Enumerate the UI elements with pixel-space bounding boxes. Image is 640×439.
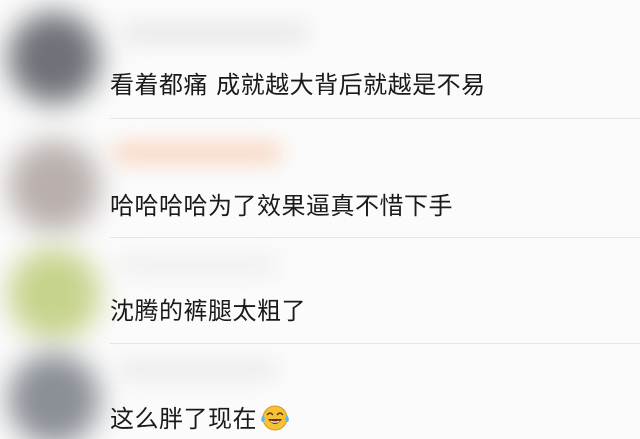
username[interactable] bbox=[112, 142, 282, 164]
comment-item: 沈腾的裤腿太粗了 bbox=[0, 240, 640, 345]
divider bbox=[110, 237, 640, 238]
avatar[interactable] bbox=[8, 12, 100, 104]
comment-item: 哈哈哈哈为了效果逼真不惜下手 bbox=[0, 128, 640, 240]
comment-text-content: 这么胖了现在 bbox=[110, 405, 257, 433]
comment-text: 哈哈哈哈为了效果逼真不惜下手 bbox=[110, 192, 453, 220]
divider bbox=[110, 343, 640, 344]
avatar[interactable] bbox=[8, 140, 100, 232]
comment-list: 看着都痛 成就越大背后就越是不易 哈哈哈哈为了效果逼真不惜下手 沈腾的裤腿太粗了… bbox=[0, 0, 640, 439]
username[interactable] bbox=[118, 359, 278, 381]
laughing-tears-emoji-icon bbox=[261, 405, 289, 431]
divider bbox=[110, 118, 640, 119]
username[interactable] bbox=[118, 254, 278, 276]
avatar[interactable] bbox=[8, 248, 100, 340]
comment-text: 看着都痛 成就越大背后就越是不易 bbox=[110, 71, 486, 99]
avatar[interactable] bbox=[8, 353, 100, 439]
comment-item: 看着都痛 成就越大背后就越是不易 bbox=[0, 0, 640, 128]
username[interactable] bbox=[120, 22, 310, 44]
comment-text: 沈腾的裤腿太粗了 bbox=[110, 297, 306, 325]
comment-item: 这么胖了现在 bbox=[0, 345, 640, 439]
comment-text: 这么胖了现在 bbox=[110, 403, 291, 434]
